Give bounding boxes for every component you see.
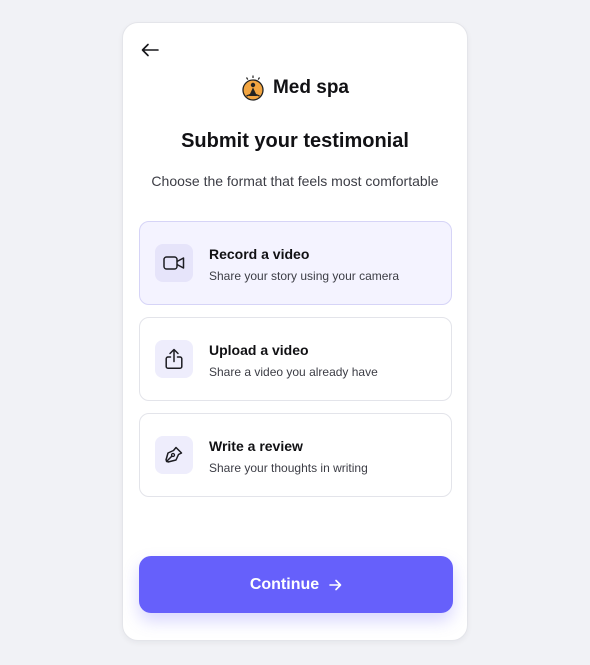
option-title: Upload a video bbox=[209, 342, 309, 358]
pen-icon bbox=[155, 436, 193, 474]
continue-label: Continue bbox=[249, 575, 320, 593]
back-button[interactable] bbox=[139, 40, 161, 60]
option-title: Write a review bbox=[209, 438, 303, 454]
testimonial-card: Med spa Submit your testimonial Choose t… bbox=[122, 22, 468, 641]
arrow-right-icon bbox=[329, 579, 342, 590]
video-camera-icon bbox=[155, 244, 193, 282]
option-record-video[interactable]: Record a video Share your story using yo… bbox=[139, 221, 452, 305]
arrow-left-icon bbox=[141, 43, 159, 57]
brand-name: Med spa bbox=[272, 77, 350, 98]
continue-button[interactable]: Continue bbox=[139, 556, 453, 613]
option-upload-video[interactable]: Upload a video Share a video you already… bbox=[139, 317, 452, 401]
option-description: Share your story using your camera bbox=[209, 269, 400, 283]
option-description: Share your thoughts in writing bbox=[209, 461, 368, 475]
brand: Med spa bbox=[123, 75, 467, 101]
option-write-review[interactable]: Write a review Share your thoughts in wr… bbox=[139, 413, 452, 497]
option-title: Record a video bbox=[209, 246, 310, 262]
page-subtitle: Choose the format that feels most comfor… bbox=[151, 173, 439, 189]
meditation-logo-icon bbox=[242, 75, 264, 101]
upload-icon bbox=[155, 340, 193, 378]
option-description: Share a video you already have bbox=[209, 365, 378, 379]
page-title: Submit your testimonial bbox=[181, 130, 409, 152]
